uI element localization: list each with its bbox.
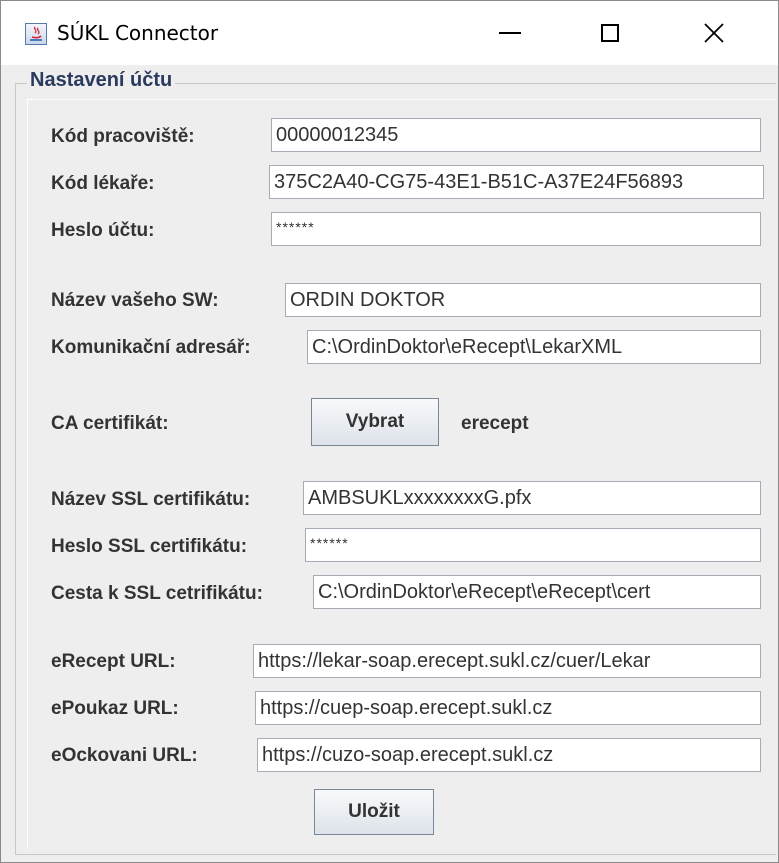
epoukaz-url-label: ePoukaz URL: bbox=[51, 698, 179, 719]
ssl-heslo-input[interactable]: ****** bbox=[305, 528, 761, 562]
ssl-heslo-label: Heslo SSL certifikátu: bbox=[51, 536, 248, 557]
eockovani-url-input[interactable]: https://cuzo-soap.erecept.sukl.cz bbox=[257, 738, 761, 772]
ssl-nazev-label: Název SSL certifikátu: bbox=[51, 489, 251, 510]
ssl-cesta-input[interactable]: C:\OrdinDoktor\eRecept\eRecept\cert bbox=[313, 575, 761, 609]
close-button[interactable] bbox=[669, 1, 759, 65]
minimize-button[interactable] bbox=[465, 1, 555, 65]
ssl-nazev-input[interactable]: AMBSUKLxxxxxxxxG.pfx bbox=[303, 481, 761, 515]
window-title: SÚKL Connector bbox=[57, 21, 219, 45]
maximize-icon bbox=[601, 24, 619, 42]
ssl-cesta-label: Cesta k SSL cetrifikátu: bbox=[51, 583, 263, 604]
ca-cert-label: CA certifikát: bbox=[51, 413, 169, 434]
save-button[interactable]: Uložit bbox=[314, 789, 434, 835]
epoukaz-url-input[interactable]: https://cuep-soap.erecept.sukl.cz bbox=[255, 691, 761, 725]
ca-cert-selected: erecept bbox=[461, 413, 529, 434]
eockovani-url-label: eOckovani URL: bbox=[51, 745, 198, 766]
nazev-sw-label: Název vašeho SW: bbox=[51, 290, 219, 311]
close-icon bbox=[704, 23, 724, 43]
kod-pracoviste-label: Kód pracoviště: bbox=[51, 126, 195, 147]
erecept-url-label: eRecept URL: bbox=[51, 651, 176, 672]
kom-adresar-input[interactable]: C:\OrdinDoktor\eRecept\LekarXML bbox=[307, 330, 761, 364]
kod-pracoviste-input[interactable]: 00000012345 bbox=[271, 118, 761, 152]
select-ca-cert-button[interactable]: Vybrat bbox=[311, 398, 439, 446]
maximize-button[interactable] bbox=[565, 1, 655, 65]
group-legend: Nastavení účtu bbox=[27, 69, 176, 92]
title-bar[interactable]: SÚKL Connector bbox=[1, 1, 778, 65]
kod-lekare-label: Kód lékaře: bbox=[51, 173, 155, 194]
heslo-uctu-input[interactable]: ****** bbox=[271, 212, 761, 246]
nazev-sw-input[interactable]: ORDIN DOKTOR bbox=[285, 283, 761, 317]
heslo-uctu-label: Heslo účtu: bbox=[51, 220, 155, 241]
erecept-url-input[interactable]: https://lekar-soap.erecept.sukl.cz/cuer/… bbox=[253, 644, 761, 678]
app-window: SÚKL Connector Nastavení účtu Kód pracov… bbox=[0, 0, 779, 863]
minimize-icon bbox=[499, 32, 521, 34]
kom-adresar-label: Komunikační adresář: bbox=[51, 337, 251, 358]
kod-lekare-input[interactable]: 375C2A40-CG75-43E1-B51C-A37E24F56893 bbox=[269, 165, 764, 199]
java-app-icon bbox=[25, 23, 47, 45]
